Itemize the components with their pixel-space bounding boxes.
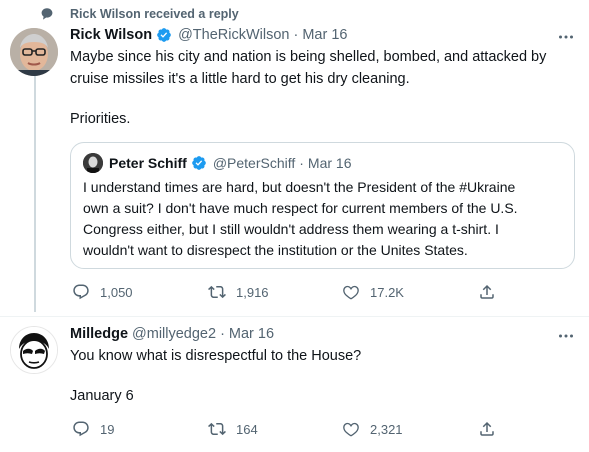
tweet-text-line: Maybe since his city and nation is being…	[70, 49, 547, 65]
separator-dot: ·	[220, 326, 225, 342]
tweet-text: You know what is disrespectful to the Ho…	[70, 345, 580, 407]
share-button[interactable]	[478, 283, 506, 301]
quoted-text-line: wouldn't want to disrespect the institut…	[83, 242, 468, 258]
retweet-count: 1,916	[236, 284, 269, 300]
thread-connector-line	[34, 76, 36, 312]
quoted-author-name: Peter Schiff	[109, 155, 187, 171]
reply-count: 1,050	[100, 284, 133, 300]
like-count: 17.2K	[370, 284, 404, 300]
avatar[interactable]	[10, 326, 58, 374]
like-button[interactable]: 2,321	[342, 420, 403, 438]
avatar[interactable]	[10, 28, 58, 76]
quoted-text-line: I understand times are hard, but doesn't…	[83, 179, 516, 195]
author-handle[interactable]: @TheRickWilson	[178, 27, 289, 43]
retweet-button[interactable]: 164	[208, 420, 258, 438]
speech-bubble-icon	[41, 8, 53, 20]
more-options-icon[interactable]	[557, 327, 575, 345]
separator-dot: ·	[293, 27, 299, 43]
quoted-text-line: own a suit? I don't have much respect fo…	[83, 200, 518, 216]
quoted-text-line: Congress either, but I still wouldn't ad…	[83, 221, 499, 237]
retweet-button[interactable]: 1,916	[208, 283, 269, 301]
separator-dot: ·	[299, 155, 304, 171]
quoted-author-handle: @PeterSchiff	[212, 155, 296, 171]
tweet-text-line: You know what is disrespectful to the Ho…	[70, 348, 362, 364]
tweet-actions: 1,050 1,916 17.2K	[70, 283, 500, 303]
heart-icon	[343, 285, 359, 300]
tweet-divider	[0, 316, 589, 317]
verified-badge-icon	[191, 156, 206, 170]
reply-count: 19	[100, 421, 115, 437]
tweet-text: Maybe since his city and nation is being…	[70, 46, 580, 130]
share-button[interactable]	[478, 420, 506, 438]
tweet-text-line: Priorities.	[70, 111, 131, 127]
reply-icon	[73, 421, 89, 437]
profile-photo-icon	[83, 153, 103, 173]
social-context-text: Rick Wilson received a reply	[70, 7, 239, 21]
author-name[interactable]: Milledge	[70, 326, 128, 342]
author-handle[interactable]: @millyedge2	[132, 326, 216, 342]
cartoon-face-icon	[11, 327, 57, 373]
quoted-tweet-header: Peter Schiff @PeterSchiff · Mar 16	[109, 155, 352, 171]
quoted-avatar[interactable]	[83, 153, 103, 173]
heart-icon	[343, 422, 359, 437]
tweet-text-line: January 6	[70, 388, 134, 404]
tweet-header: Milledge @millyedge2 · Mar 16	[70, 326, 274, 342]
reply-icon	[73, 284, 89, 300]
share-icon	[480, 284, 494, 299]
tweet-text-line: cruise missiles it's a little hard to ge…	[70, 71, 410, 87]
quoted-tweet-text: I understand times are hard, but doesn't…	[83, 177, 568, 261]
reply-button[interactable]: 19	[72, 420, 114, 438]
author-name[interactable]: Rick Wilson	[70, 27, 152, 43]
profile-photo-icon	[10, 28, 58, 76]
quoted-tweet-date: Mar 16	[307, 155, 352, 171]
retweet-icon	[208, 422, 226, 436]
like-button[interactable]: 17.2K	[342, 283, 404, 301]
more-options-icon[interactable]	[557, 28, 575, 46]
tweet-actions: 19 164 2,321	[70, 420, 500, 440]
tweet-date[interactable]: Mar 16	[229, 326, 274, 342]
like-count: 2,321	[370, 421, 403, 437]
share-icon	[480, 421, 494, 436]
social-context[interactable]: Rick Wilson received a reply	[41, 6, 239, 22]
retweet-count: 164	[236, 421, 258, 437]
quoted-tweet-card[interactable]: Peter Schiff @PeterSchiff · Mar 16 I und…	[70, 142, 575, 269]
reply-button[interactable]: 1,050	[72, 283, 133, 301]
tweet-header: Rick Wilson @TheRickWilson · Mar 16	[70, 27, 347, 43]
verified-badge-icon	[157, 28, 171, 42]
tweet-date[interactable]: Mar 16	[302, 27, 347, 43]
retweet-icon	[208, 285, 226, 299]
